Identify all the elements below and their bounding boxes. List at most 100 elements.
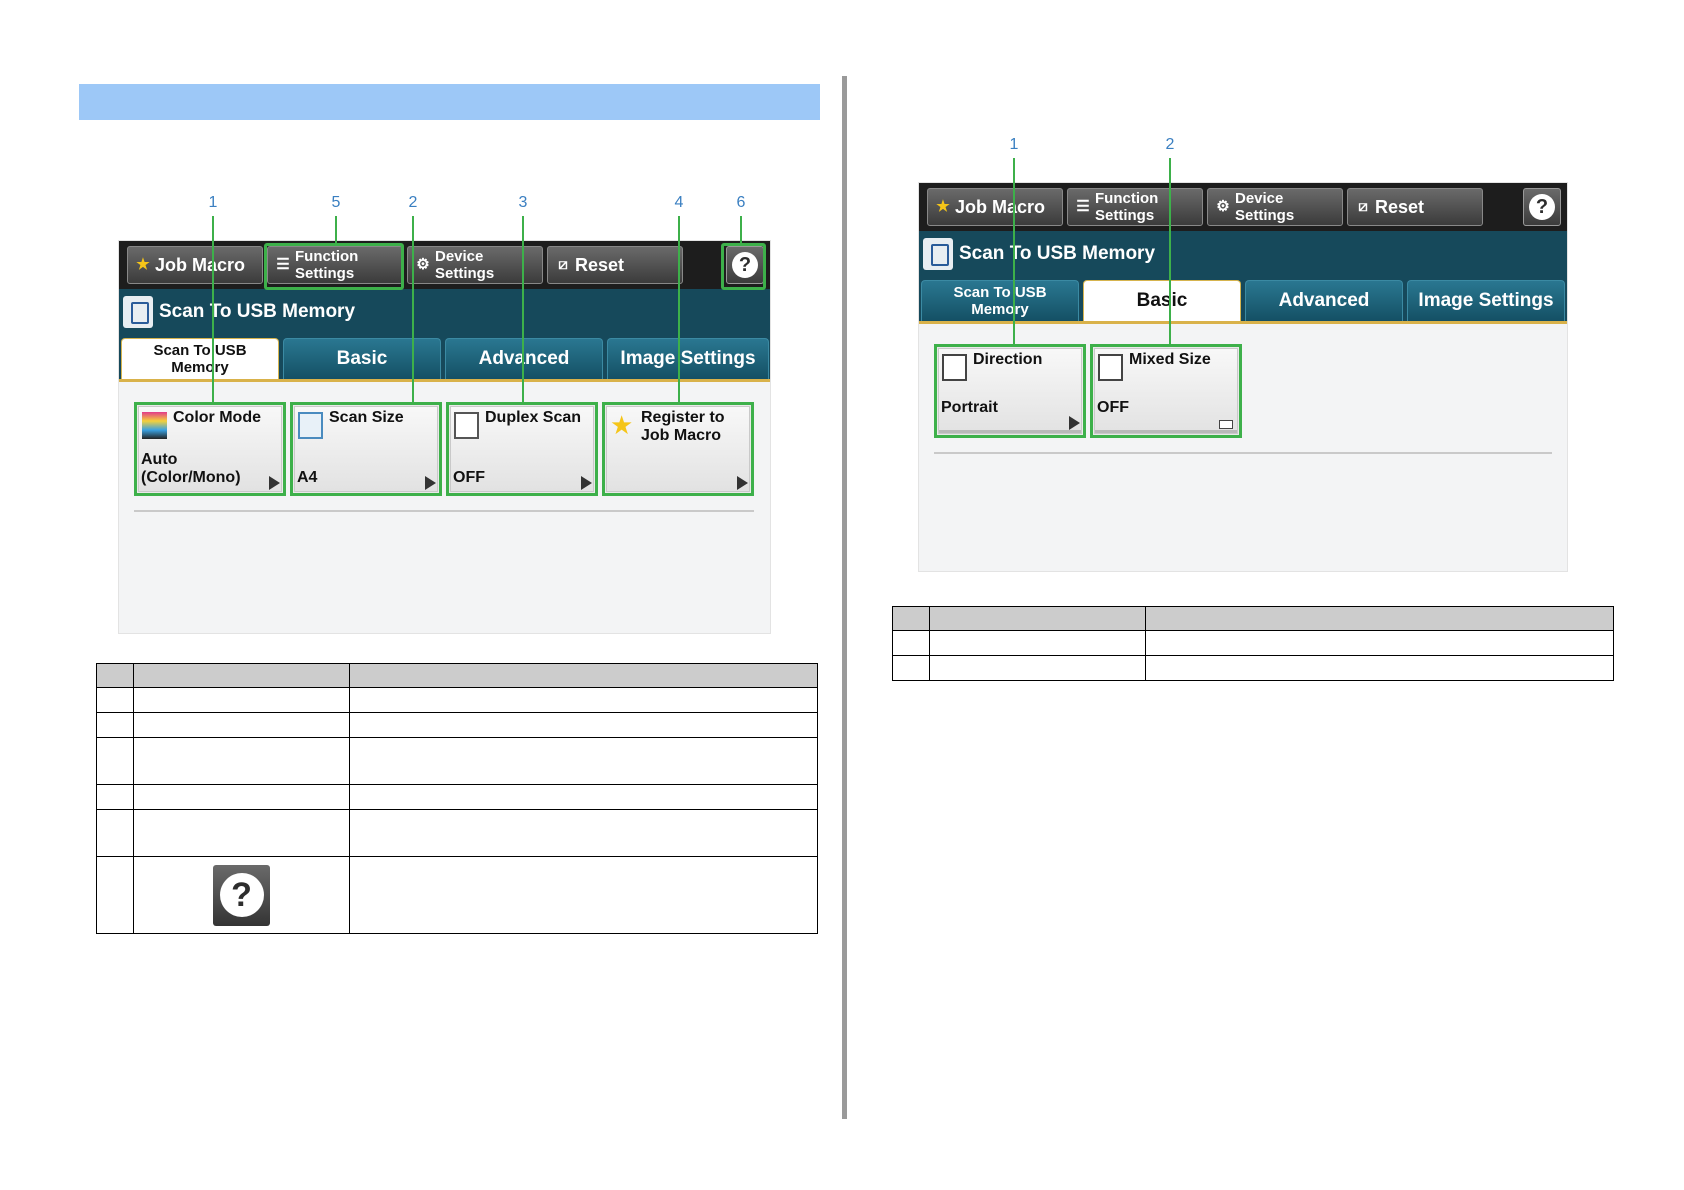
color-mode-icon	[142, 412, 167, 439]
callout-line-3	[522, 216, 524, 402]
highlight-help	[721, 243, 766, 290]
callout-4: 4	[674, 194, 684, 211]
direction-label: Direction	[973, 351, 1043, 368]
right-device-panel: ★ Job Macro ☰ Function Settings ⚙ Device S…	[918, 182, 1568, 572]
toolbar: ★ Job Macro ☰ Function Settings ⚙ Device S…	[919, 183, 1567, 231]
callout-2: 2	[1165, 136, 1175, 153]
usb-scan-icon	[923, 238, 953, 270]
help-button-image: ?	[213, 864, 270, 926]
callout-line-2	[412, 216, 414, 402]
reset-label: Reset	[575, 254, 625, 275]
tab-image-settings[interactable]: Image Settings	[1407, 280, 1565, 321]
screen-title: Scan To USB Memory	[959, 243, 1156, 264]
scan-size-label: Scan Size	[329, 409, 404, 426]
tab-basic[interactable]: Basic	[283, 338, 441, 379]
job-macro-button[interactable]: ★ Job Macro	[927, 188, 1063, 226]
callout-line-4	[678, 216, 680, 402]
tab-row: Scan To USB Memory Basic Advanced Image S…	[119, 335, 770, 379]
table-header-row	[892, 606, 1614, 631]
tile-divider	[934, 452, 1552, 454]
reset-button[interactable]: ⧄ Reset	[1347, 188, 1483, 226]
help-icon: ?	[1529, 194, 1555, 220]
page-divider	[842, 76, 847, 1119]
callout-1: 1	[1009, 136, 1019, 153]
table-header-cell	[96, 663, 134, 688]
mixed-size-value: OFF	[1097, 399, 1129, 416]
tab-underline	[919, 321, 1567, 324]
job-macro-label: Job Macro	[955, 196, 1046, 217]
section-title-bar	[79, 84, 820, 120]
reset-label: Reset	[1375, 196, 1425, 217]
arrow-right-icon	[269, 476, 280, 490]
star-plus-icon: ★	[610, 410, 634, 440]
register-job-macro-label: Register to Job Macro	[641, 409, 725, 444]
reset-icon: ⧄	[558, 256, 568, 273]
help-button[interactable]: ?	[1523, 188, 1561, 226]
table-row	[892, 655, 1614, 681]
scan-size-icon	[298, 412, 323, 439]
direction-icon	[942, 354, 967, 381]
screen-title-bar: Scan To USB Memory	[919, 231, 1567, 277]
tab-basic[interactable]: Basic	[1083, 280, 1241, 321]
job-macro-label: Job Macro	[155, 254, 246, 275]
reset-icon: ⧄	[1358, 198, 1368, 215]
callout-3: 3	[518, 194, 528, 211]
left-description-table: ?	[96, 663, 818, 934]
tab-scan-to-usb-memory[interactable]: Scan To USB Memory	[121, 338, 279, 379]
callout-line-5	[335, 216, 337, 243]
gear-icon: ⚙	[1216, 198, 1230, 215]
device-settings-label: Device Settings	[435, 248, 495, 282]
arrow-right-icon	[737, 476, 748, 490]
tab-underline	[119, 379, 770, 382]
job-macro-button[interactable]: ★ Job Macro	[127, 246, 263, 284]
toolbar: ★ Job Macro ☰ Function Settings ⚙ Device S…	[119, 241, 770, 289]
screen-title: Scan To USB Memory	[159, 301, 356, 322]
callout-5: 5	[331, 194, 341, 211]
callout-2: 2	[408, 194, 418, 211]
highlight-function-settings	[264, 243, 404, 290]
tab-advanced[interactable]: Advanced	[445, 338, 603, 379]
reset-button[interactable]: ⧄ Reset	[547, 246, 683, 284]
tab-advanced[interactable]: Advanced	[1245, 280, 1403, 321]
mixed-size-tile[interactable]: Mixed Size OFF	[1090, 344, 1242, 438]
color-mode-value: Auto (Color/Mono)	[141, 451, 241, 486]
table-row: ?	[96, 856, 818, 934]
register-job-macro-tile[interactable]: ★ Register to Job Macro	[602, 402, 754, 496]
table-row	[96, 712, 818, 738]
star-icon: ★	[936, 198, 950, 215]
table-row	[96, 784, 818, 810]
direction-value: Portrait	[941, 399, 998, 416]
direction-tile[interactable]: Direction Portrait	[934, 344, 1086, 438]
screen-title-bar: Scan To USB Memory	[119, 289, 770, 335]
mixed-size-icon	[1098, 354, 1123, 381]
function-settings-button[interactable]: ☰ Function Settings	[1067, 188, 1203, 226]
duplex-scan-icon	[454, 412, 479, 439]
tab-image-settings[interactable]: Image Settings	[607, 338, 769, 379]
mixed-size-label: Mixed Size	[1129, 351, 1211, 368]
duplex-scan-tile[interactable]: Duplex Scan OFF	[446, 402, 598, 496]
right-description-table	[892, 606, 1614, 681]
arrow-right-icon	[581, 476, 592, 490]
color-mode-label: Color Mode	[173, 409, 261, 426]
table-header-cell	[133, 663, 350, 688]
callout-line-6	[740, 216, 742, 243]
table-header-row	[96, 663, 818, 688]
table-header-cell	[1145, 606, 1614, 631]
list-icon: ☰	[1076, 198, 1090, 215]
callout-6: 6	[736, 194, 746, 211]
function-settings-label: Function Settings	[1095, 190, 1159, 224]
usb-scan-icon	[123, 296, 153, 328]
table-row	[96, 687, 818, 713]
tab-row: Scan To USB Memory Basic Advanced Image S…	[919, 277, 1567, 321]
tab-scan-to-usb-memory[interactable]: Scan To USB Memory	[921, 280, 1079, 321]
scan-size-tile[interactable]: Scan Size A4	[290, 402, 442, 496]
table-header-cell	[892, 606, 930, 631]
device-settings-button[interactable]: ⚙ Device Settings	[1207, 188, 1343, 226]
table-row	[96, 737, 818, 785]
callout-line-1	[212, 216, 214, 402]
color-mode-tile[interactable]: Color Mode Auto (Color/Mono)	[134, 402, 286, 496]
arrow-right-icon	[425, 476, 436, 490]
callout-line-2	[1169, 158, 1171, 344]
table-row	[96, 809, 818, 857]
duplex-scan-value: OFF	[453, 469, 485, 486]
